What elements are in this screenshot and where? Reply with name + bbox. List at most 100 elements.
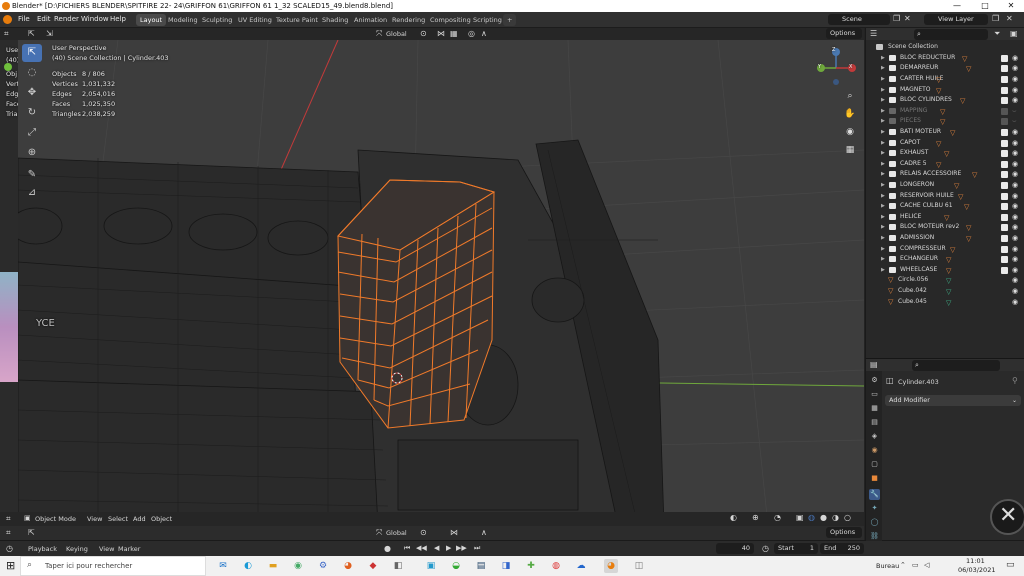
- exclude-checkbox[interactable]: [1001, 75, 1008, 83]
- lower-options-button[interactable]: Options: [826, 527, 862, 538]
- exclude-checkbox[interactable]: [1001, 192, 1008, 200]
- select-mode-icon[interactable]: ⇲: [46, 29, 53, 38]
- outliner-item[interactable]: ▶ ADMISSION ▽ ◉: [866, 233, 1024, 244]
- volume-icon[interactable]: ◁: [924, 561, 929, 569]
- outliner-item[interactable]: ▶ WHEELCASE ▽ ◉: [866, 265, 1024, 276]
- exclude-checkbox[interactable]: [1001, 181, 1008, 189]
- expand-arrow-icon[interactable]: ▶: [881, 116, 885, 127]
- tab-uv-editing[interactable]: UV Editing: [234, 14, 276, 26]
- zoom-icon[interactable]: ⌕: [842, 88, 858, 104]
- outliner-item[interactable]: ▶ CACHE CULBU 61 ▽ ◉: [866, 201, 1024, 212]
- 3d-viewport[interactable]: YCE User Perspective (40) Scene Collecti…: [18, 40, 864, 526]
- properties-editor-icon[interactable]: ▤: [870, 360, 878, 369]
- outliner-search-input[interactable]: ⌕: [914, 29, 988, 40]
- visibility-eye-icon[interactable]: ◉: [1012, 233, 1018, 244]
- outliner-item[interactable]: ▶ CADRE 5 ▽ ◉: [866, 159, 1024, 170]
- pan-hand-icon[interactable]: ✋: [842, 106, 858, 122]
- visibility-eye-icon[interactable]: ◉: [1012, 74, 1018, 85]
- expand-arrow-icon[interactable]: ▶: [881, 74, 885, 85]
- expand-arrow-icon[interactable]: ▶: [881, 212, 885, 223]
- exclude-checkbox[interactable]: [1001, 203, 1008, 211]
- menu-view[interactable]: View: [99, 545, 114, 553]
- mail-app-icon[interactable]: ✉: [216, 559, 230, 573]
- outliner-item[interactable]: ▶ DEMARREUR ▽ ◉: [866, 63, 1024, 74]
- app-icon[interactable]: ◍: [549, 559, 563, 573]
- visibility-eye-icon[interactable]: ◉: [1012, 254, 1018, 265]
- visibility-eye-icon[interactable]: ◉: [1012, 127, 1018, 138]
- settings-app-icon[interactable]: ⚙: [316, 559, 330, 573]
- network-icon[interactable]: ▭: [912, 561, 919, 569]
- outliner-item[interactable]: ▶ CARTER HUILE ▽ ◉: [866, 74, 1024, 85]
- expand-arrow-icon[interactable]: ▶: [881, 265, 885, 276]
- outliner-item[interactable]: ▶ RELAIS ACCESSOIRE ▽ ◉: [866, 169, 1024, 180]
- visibility-eye-icon[interactable]: ◉: [1012, 222, 1018, 233]
- selected-object-cylinder-403[interactable]: [337, 179, 496, 429]
- outliner-item[interactable]: ▶ BLOC REDUCTEUR ▽ ◉: [866, 53, 1024, 64]
- exclude-checkbox[interactable]: [1001, 160, 1008, 168]
- play-icon[interactable]: ▶: [446, 544, 451, 552]
- blender-taskbar-icon[interactable]: ◕: [604, 559, 618, 573]
- expand-arrow-icon[interactable]: ▶: [881, 106, 885, 117]
- close-button[interactable]: ✕: [998, 0, 1024, 12]
- pin-icon[interactable]: ⚲: [1012, 376, 1018, 385]
- app-icon[interactable]: ◧: [391, 559, 405, 573]
- menu-edit[interactable]: Edit: [37, 15, 51, 23]
- expand-arrow-icon[interactable]: ▶: [881, 222, 885, 233]
- app-icon[interactable]: ▤: [474, 559, 488, 573]
- properties-search-input[interactable]: ⌕: [912, 360, 1000, 371]
- exclude-checkbox[interactable]: [1001, 245, 1008, 253]
- store-app-icon[interactable]: ▣: [424, 559, 438, 573]
- visibility-eye-icon[interactable]: ◉: [1012, 148, 1018, 159]
- outliner-item[interactable]: ▶ ECHANGEUR ▽ ◉: [866, 254, 1024, 265]
- visibility-eye-icon[interactable]: ◉: [1012, 191, 1018, 202]
- taskbar-search-input[interactable]: ⌕ Taper ici pour rechercher: [20, 556, 206, 576]
- physics-tab-icon[interactable]: ◯: [869, 517, 880, 528]
- exclude-checkbox[interactable]: [1001, 256, 1008, 264]
- menu-select[interactable]: Select: [108, 515, 128, 523]
- app-icon[interactable]: ◨: [499, 559, 513, 573]
- rotate-tool-icon[interactable]: ↻: [22, 104, 42, 122]
- visibility-eye-icon[interactable]: ◉: [1012, 275, 1018, 286]
- outliner-item[interactable]: ▽ Cube.045 ▽ ◉: [866, 297, 1024, 308]
- expand-arrow-icon[interactable]: ▶: [881, 159, 885, 170]
- tab-compositing[interactable]: Compositing: [426, 14, 475, 26]
- scene-tab-icon[interactable]: ◈: [869, 431, 880, 442]
- jump-start-icon[interactable]: ⏮: [404, 544, 410, 553]
- visibility-eye-icon[interactable]: ◉: [1012, 138, 1018, 149]
- exclude-checkbox[interactable]: [1001, 86, 1008, 94]
- visibility-eye-icon[interactable]: ◉: [1012, 169, 1018, 180]
- expand-arrow-icon[interactable]: ▶: [881, 85, 885, 96]
- outliner-item[interactable]: ▽ Cube.042 ▽ ◉: [866, 286, 1024, 297]
- view-layer-tab-icon[interactable]: ▤: [869, 417, 880, 428]
- app-icon[interactable]: ✚: [524, 559, 538, 573]
- tab-texture-paint[interactable]: Texture Paint: [272, 14, 322, 26]
- expand-arrow-icon[interactable]: ▶: [881, 169, 885, 180]
- expand-arrow-icon[interactable]: ▶: [881, 191, 885, 202]
- annotate-tool-icon[interactable]: ✎: [22, 166, 42, 184]
- view-layer-copy-icon[interactable]: ❐: [992, 14, 999, 23]
- outliner-item[interactable]: ▶ BLOC CYLINDRES ▽ ◉: [866, 95, 1024, 106]
- app-icon[interactable]: ☁: [574, 559, 588, 573]
- visibility-eye-icon[interactable]: ◉: [1012, 95, 1018, 106]
- record-icon[interactable]: ●: [384, 544, 391, 553]
- exclude-checkbox[interactable]: [1001, 139, 1008, 147]
- transform-orientation-icon[interactable]: ⤧: [376, 528, 382, 538]
- visibility-eye-icon[interactable]: ◉: [1012, 265, 1018, 276]
- measure-tool-icon[interactable]: ⊿: [22, 184, 42, 202]
- outliner-item[interactable]: ▶ COMPRESSEUR ▽ ◉: [866, 244, 1024, 255]
- tab-sculpting[interactable]: Sculpting: [198, 14, 236, 26]
- expand-arrow-icon[interactable]: ▶: [881, 127, 885, 138]
- tray-chevron-icon[interactable]: ⌃: [900, 561, 906, 569]
- camera-view-icon[interactable]: ◉: [842, 124, 858, 140]
- falloff-icon[interactable]: ∧: [481, 29, 487, 38]
- exclude-checkbox[interactable]: [1001, 150, 1008, 158]
- snap-icon[interactable]: ⋈: [437, 29, 445, 38]
- outliner-item[interactable]: ▶ MAPPING ▽ ⌣: [866, 106, 1024, 117]
- menu-render[interactable]: Render: [54, 15, 79, 23]
- jump-end-icon[interactable]: ⏭: [474, 544, 480, 553]
- exclude-checkbox[interactable]: [1001, 234, 1008, 242]
- proportional-edit-icon[interactable]: ◎: [468, 29, 475, 38]
- falloff-icon[interactable]: ∧: [481, 528, 487, 537]
- scene-delete-icon[interactable]: ✕: [904, 14, 911, 23]
- visibility-eye-icon[interactable]: ⌣: [1012, 116, 1017, 127]
